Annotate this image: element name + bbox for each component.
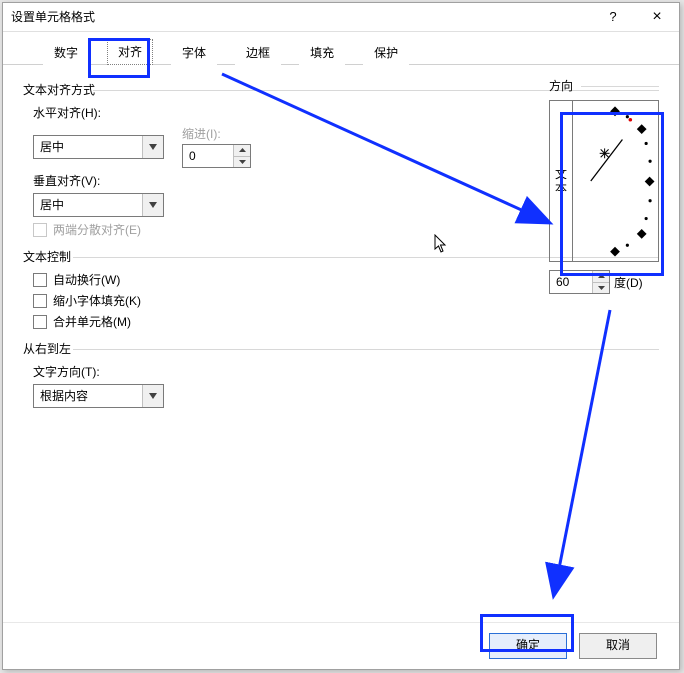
close-icon: ×	[652, 3, 661, 31]
combo-horizontal-value: 居中	[34, 136, 142, 158]
spin-down-icon[interactable]	[234, 157, 250, 168]
orientation-vertical-glyph: 文	[555, 167, 567, 181]
orientation-panel: 方向 文 本	[549, 73, 659, 294]
checkbox-label: 合并单元格(M)	[53, 313, 131, 330]
checkbox-box	[33, 294, 47, 308]
close-button[interactable]: ×	[635, 3, 679, 31]
checkbox-label: 两端分散对齐(E)	[53, 221, 141, 238]
checkbox-shrink-to-fit[interactable]: 缩小字体填充(K)	[33, 292, 659, 309]
spin-degrees-value: 60	[550, 271, 592, 293]
spin-indent-value: 0	[183, 145, 233, 167]
dialog-footer: 确定 取消	[3, 622, 679, 669]
chevron-down-icon	[142, 385, 163, 407]
dialog-body: 文本对齐方式 水平对齐(H): 居中 缩进(I): 0	[3, 65, 679, 623]
checkbox-label: 缩小字体填充(K)	[53, 292, 141, 309]
spin-down-icon[interactable]	[593, 283, 609, 294]
label-text-direction: 文字方向(T):	[33, 363, 659, 380]
dialog-title: 设置单元格格式	[3, 3, 591, 31]
spin-up-icon[interactable]	[234, 145, 250, 157]
help-button[interactable]: ?	[591, 3, 635, 31]
tab-protection[interactable]: 保护	[363, 40, 409, 65]
tab-bar: 数字 对齐 字体 边框 填充 保护	[3, 32, 679, 65]
spin-indent[interactable]: 0	[182, 144, 251, 168]
combo-vertical-value: 居中	[34, 194, 142, 216]
group-orientation: 方向	[549, 77, 659, 94]
orientation-vertical-text-button[interactable]: 文 本	[550, 101, 573, 261]
cancel-button[interactable]: 取消	[579, 633, 657, 659]
label-indent: 缩进(I):	[182, 125, 251, 142]
spin-up-icon[interactable]	[593, 271, 609, 283]
chevron-down-icon	[142, 194, 163, 216]
combo-text-direction-value: 根据内容	[34, 385, 142, 407]
tab-alignment[interactable]: 对齐	[107, 39, 153, 65]
checkbox-box	[33, 315, 47, 329]
format-cells-dialog: 设置单元格格式 ? × 数字 对齐 字体 边框 填充 保护 文本对齐方式 水平对…	[2, 2, 680, 670]
combo-horizontal-align[interactable]: 居中	[33, 135, 164, 159]
label-degrees: 度(D)	[614, 274, 643, 291]
tab-fill[interactable]: 填充	[299, 40, 345, 65]
checkbox-merge-cells[interactable]: 合并单元格(M)	[33, 313, 659, 330]
ok-button[interactable]: 确定	[489, 633, 567, 659]
combo-text-direction[interactable]: 根据内容	[33, 384, 164, 408]
help-icon: ?	[609, 3, 616, 31]
checkbox-box	[33, 223, 47, 237]
spin-degrees[interactable]: 60	[549, 270, 610, 294]
checkbox-box	[33, 273, 47, 287]
orientation-dial[interactable]	[573, 101, 658, 261]
combo-vertical-align[interactable]: 居中	[33, 193, 164, 217]
checkbox-label: 自动换行(W)	[53, 271, 120, 288]
tab-border[interactable]: 边框	[235, 40, 281, 65]
title-bar: 设置单元格格式 ? ×	[3, 3, 679, 32]
orientation-vertical-glyph: 本	[555, 181, 567, 195]
tab-number[interactable]: 数字	[43, 40, 89, 65]
orientation-dial-svg	[573, 101, 658, 261]
group-right-to-left: 从右到左	[23, 340, 659, 357]
chevron-down-icon	[142, 136, 163, 158]
tab-font[interactable]: 字体	[171, 40, 217, 65]
orientation-box: 文 本	[549, 100, 659, 262]
